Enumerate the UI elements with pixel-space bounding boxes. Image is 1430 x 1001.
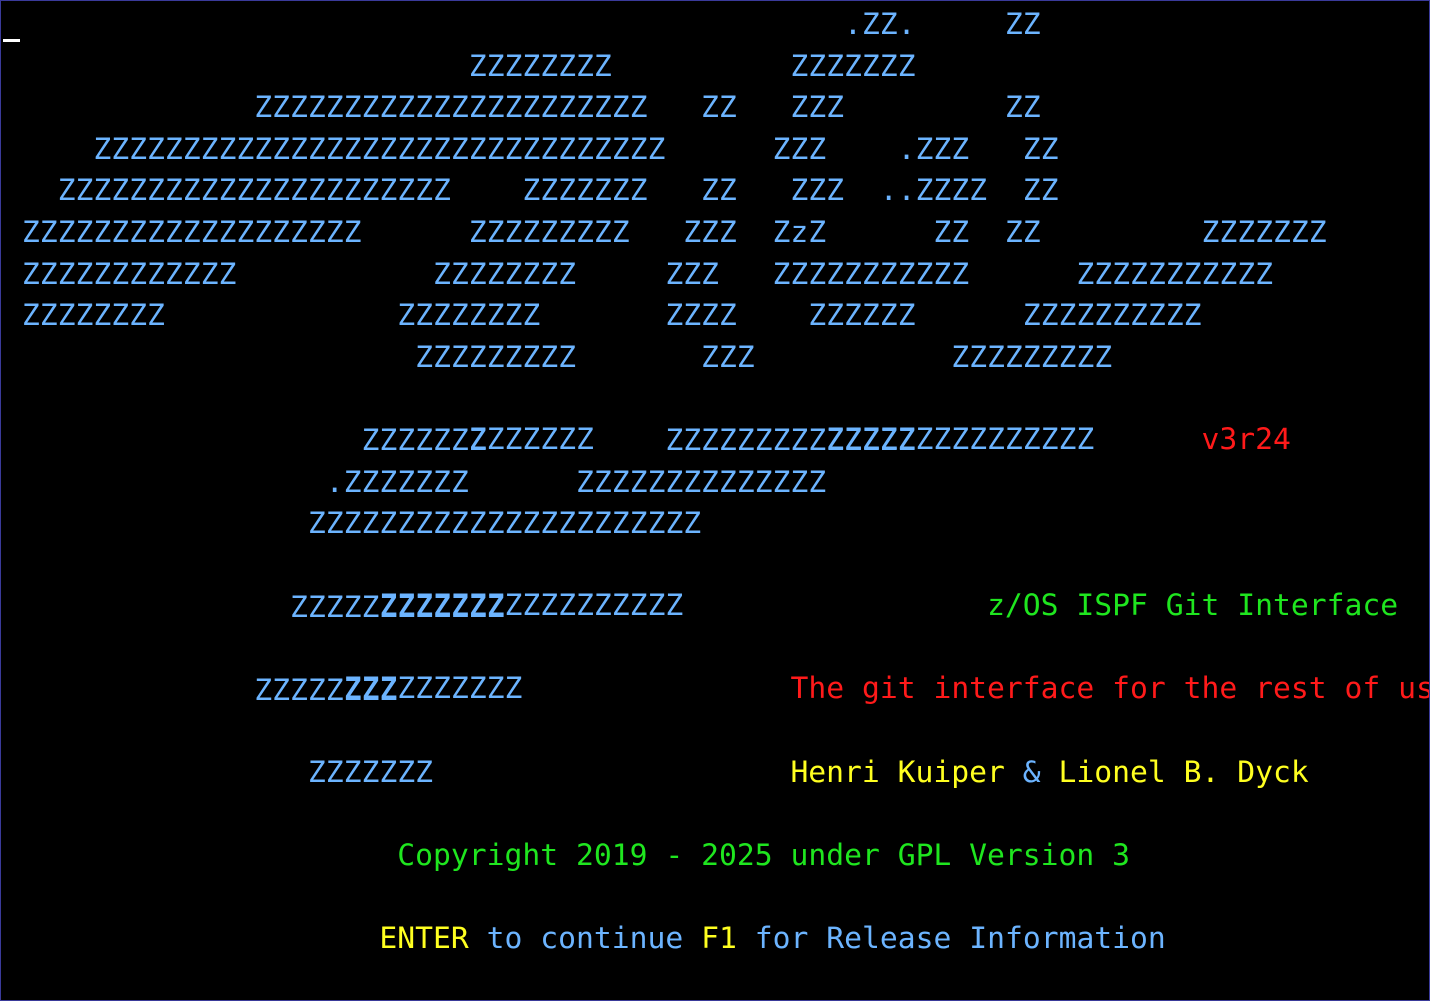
logo-line-12: .ZZZZZZZ ZZZZZZZZZZZZZZ — [4, 465, 827, 500]
logo-line-7: ZZZZZZZZZZZZ ZZZZZZZZ ZZZ ZZZZZZZZZZZ ZZ… — [4, 257, 1274, 292]
copyright-pad — [76, 838, 398, 873]
logo-line-5: ZZZZZZZZZZZZZZZZZZZZZZ ZZZZZZZ ZZ ZZZ ..… — [4, 173, 1059, 208]
logo-line-8: ZZZZZZZZ ZZZZZZZZ ZZZZ ZZZZZZ ZZZZZZZZZZ — [4, 298, 1202, 333]
logo-line-11: ZZZZZZZ ZZZZZZZZZZZZZZ — [4, 423, 916, 458]
enter-key-hint[interactable]: ENTER — [379, 921, 468, 956]
logo-line-6: ZZZZZZZZZZZZZZZZZZZ ZZZZZZZZZ ZZZ ZzZ ZZ… — [4, 215, 1327, 250]
copyright-text: Copyright 2019 - 2025 under GPL Version … — [397, 838, 1131, 873]
logo-line-9: ZZZZZZZZZ ZZZ ZZZZZZZZZ — [4, 340, 1113, 375]
logo-line-13: ZZZZZZZZZZZZZZZZZZZZZZ — [4, 506, 702, 541]
author-2: Lionel B. Dyck — [1058, 755, 1309, 790]
authors-pad — [433, 755, 790, 790]
logo-line-4: ZZZZZZZZZZZZZZZZZZZZZZZZZZZZZZZZ ZZZ .ZZ… — [4, 132, 1059, 167]
version-pad — [1094, 422, 1201, 457]
prompt-pad — [76, 921, 380, 956]
tagline: The git interface for the rest of us — [790, 671, 1430, 706]
logo-line-15: ZZZZZZZZZZZZ — [4, 590, 505, 625]
author-1: Henri Kuiper — [790, 755, 1005, 790]
title-pad — [683, 588, 987, 623]
release-info-text: for Release Information — [736, 921, 1166, 956]
f1-key-hint[interactable]: F1 — [701, 921, 737, 956]
prompt-row: ENTER to continue F1 for Release Informa… — [4, 879, 1165, 956]
continue-text: to continue — [468, 921, 702, 956]
author-separator: & — [1004, 755, 1059, 790]
logo-line-18: ZZZZZZZ — [75, 755, 433, 790]
logo-line-14-row: ZZZZZZZZZZZZZZZZZ z/OS ISPF Git Interfac… — [4, 546, 1398, 623]
terminal-screen[interactable]: .ZZ. ZZ ZZZZZZZZ ZZZZZZZ ZZZZZZZZZZZZZZZ… — [0, 0, 1430, 1001]
version-label: v3r24 — [1201, 422, 1291, 457]
logo-line-2: ZZZZZZZZ ZZZZZZZ — [4, 49, 916, 84]
product-title: z/OS ISPF Git Interface — [987, 588, 1399, 623]
copyright-row: Copyright 2019 - 2025 under GPL Version … — [4, 796, 1130, 873]
logo-line-3: ZZZZZZZZZZZZZZZZZZZZZZ ZZ ZZZ ZZ — [4, 90, 1041, 125]
tagline-pad — [522, 671, 790, 706]
logo-line-18-row: ZZZZZZZ Henri Kuiper & Lionel B. Dyck — [4, 713, 1309, 790]
logo-line-10-row: ZZZZZZZ ZZZZZZZZZZZZZZZ v3r24 — [4, 380, 1291, 457]
logo-line-1: .ZZ. ZZ — [4, 7, 1041, 42]
logo-line-17: ZZZZZZZZ — [4, 673, 398, 708]
logo-line-16-row: ZZZZZZZZZZ The git interface for the res… — [4, 629, 1429, 706]
